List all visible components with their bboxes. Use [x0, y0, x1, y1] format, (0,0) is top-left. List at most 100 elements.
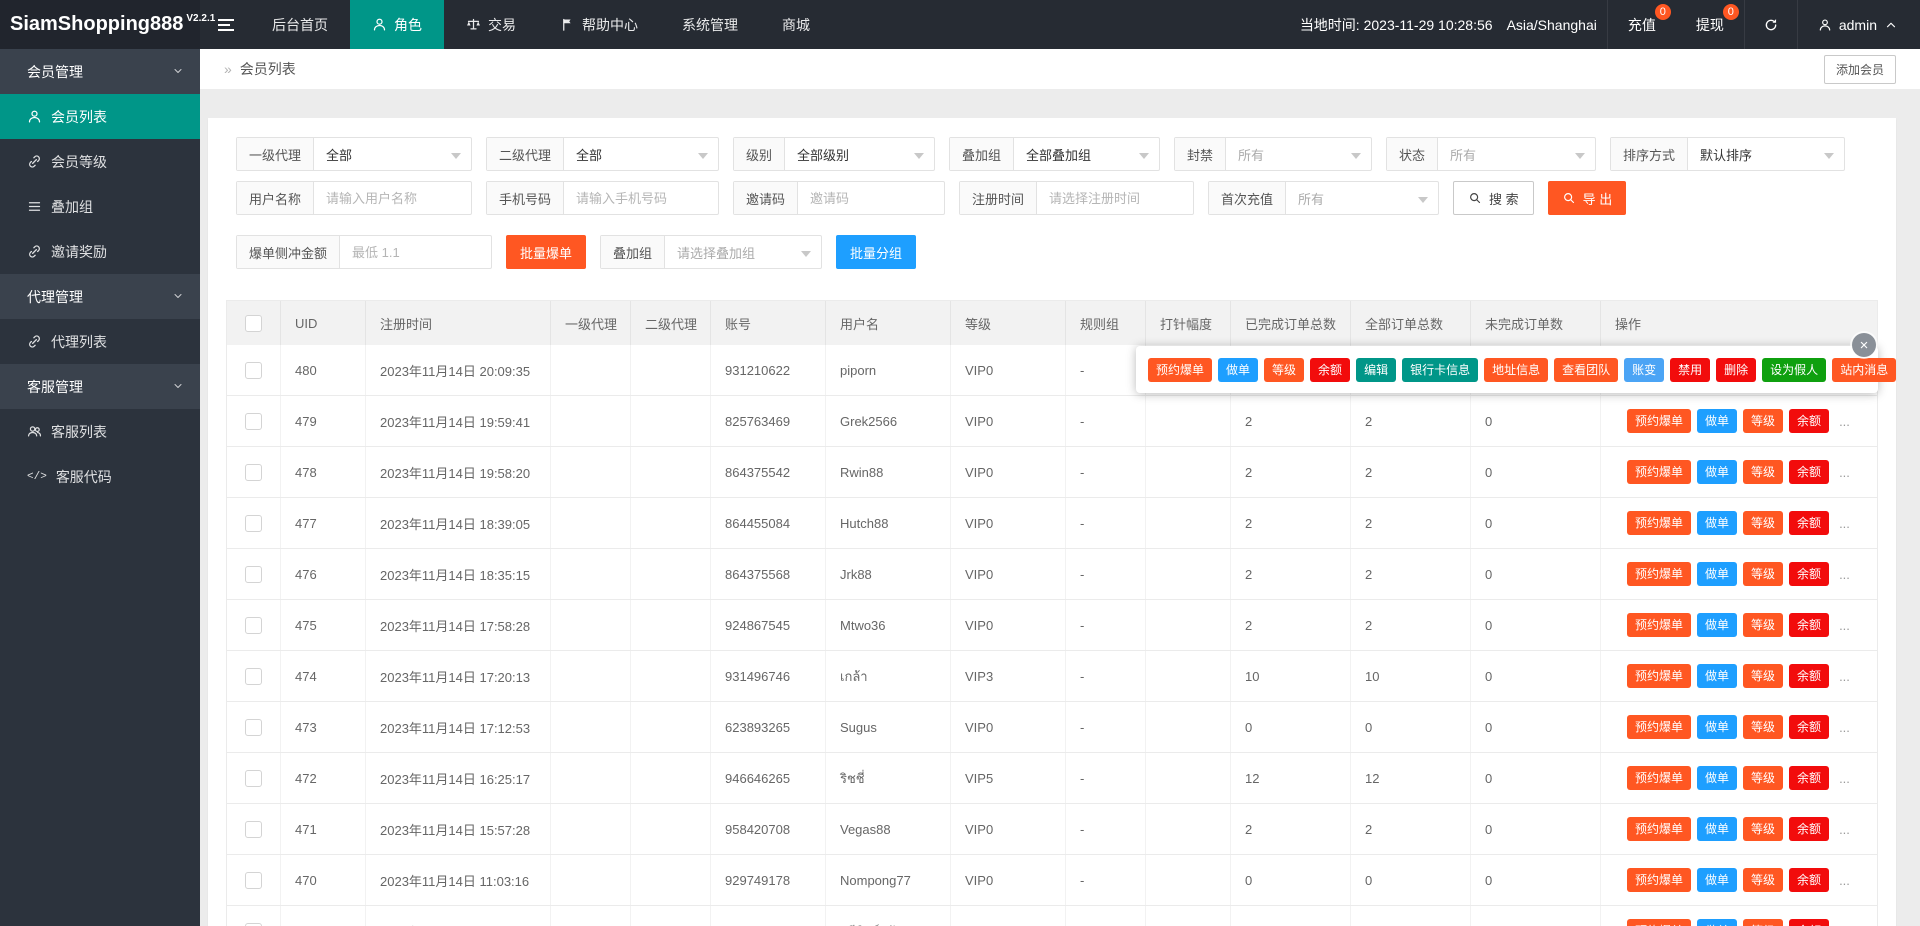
stack-group-filter[interactable]: 叠加组 全部叠加组 — [949, 137, 1160, 171]
row-action-reserve-burst[interactable]: 预约爆单 — [1627, 715, 1692, 739]
more-actions-ellipsis[interactable]: ... — [1839, 873, 1850, 888]
sidebar-item-service-manage[interactable]: 客服管理 — [0, 364, 200, 409]
row-action-do-order[interactable]: 做单 — [1697, 919, 1738, 926]
row-action-do-order[interactable]: 做单 — [1697, 664, 1738, 688]
close-icon[interactable]: × — [1852, 333, 1876, 357]
more-actions-ellipsis[interactable]: ... — [1839, 618, 1850, 633]
more-actions-ellipsis[interactable]: ... — [1839, 465, 1850, 480]
more-actions-ellipsis[interactable]: ... — [1839, 516, 1850, 531]
burst-amount-input[interactable] — [340, 244, 491, 260]
agent2-filter[interactable]: 二级代理 全部 — [486, 137, 719, 171]
row-action-reserve-burst[interactable]: 预约爆单 — [1627, 460, 1692, 484]
row-action-balance[interactable]: 余额 — [1789, 766, 1830, 790]
status-filter[interactable]: 状态 所有 — [1386, 137, 1596, 171]
row-action-level[interactable]: 等级 — [1743, 919, 1784, 926]
row-action-balance[interactable]: 余额 — [1789, 817, 1830, 841]
select-all-checkbox[interactable] — [245, 314, 262, 332]
row-action-do-order[interactable]: 做单 — [1697, 715, 1738, 739]
row-action-balance[interactable]: 余额 — [1789, 409, 1830, 433]
row-action-level[interactable]: 等级 — [1743, 511, 1784, 535]
row-action-do-order[interactable]: 做单 — [1697, 766, 1738, 790]
row-action-balance[interactable]: 余额 — [1789, 868, 1830, 892]
batch-burst-button[interactable]: 批量爆单 — [506, 235, 587, 269]
row-action-reserve-burst[interactable]: 预约爆单 — [1627, 868, 1692, 892]
popup-action-do-order[interactable]: 做单 — [1218, 357, 1259, 382]
row-checkbox[interactable] — [245, 871, 262, 889]
row-action-reserve-burst[interactable]: 预约爆单 — [1627, 817, 1692, 841]
row-action-do-order[interactable]: 做单 — [1697, 511, 1738, 535]
row-action-level[interactable]: 等级 — [1743, 817, 1784, 841]
row-action-balance[interactable]: 余额 — [1789, 664, 1830, 688]
batch-group-button[interactable]: 批量分组 — [836, 235, 917, 269]
popup-action-view-team[interactable]: 查看团队 — [1554, 357, 1619, 382]
row-checkbox[interactable] — [245, 463, 262, 481]
row-checkbox[interactable] — [245, 565, 262, 583]
popup-action-site-message[interactable]: 站内消息 — [1832, 357, 1897, 382]
row-checkbox[interactable] — [245, 667, 262, 685]
row-checkbox[interactable] — [245, 769, 262, 787]
row-checkbox[interactable] — [245, 361, 262, 379]
popup-action-delete[interactable]: 删除 — [1716, 357, 1757, 382]
phone-filter-input[interactable] — [564, 190, 718, 206]
row-action-reserve-burst[interactable]: 预约爆单 — [1627, 409, 1692, 433]
row-action-do-order[interactable]: 做单 — [1697, 562, 1738, 586]
row-action-do-order[interactable]: 做单 — [1697, 613, 1738, 637]
ban-filter[interactable]: 封禁 所有 — [1174, 137, 1372, 171]
sort-filter[interactable]: 排序方式 默认排序 — [1610, 137, 1845, 171]
top-menu-item-backend-home[interactable]: 后台首页 — [250, 0, 350, 49]
popup-action-disable[interactable]: 禁用 — [1670, 357, 1711, 382]
first-recharge-filter[interactable]: 首次充值 所有 — [1208, 181, 1439, 215]
row-action-level[interactable]: 等级 — [1743, 766, 1784, 790]
row-action-balance[interactable]: 余额 — [1789, 460, 1830, 484]
row-checkbox[interactable] — [245, 412, 262, 430]
more-actions-ellipsis[interactable]: ... — [1839, 771, 1850, 786]
row-action-level[interactable]: 等级 — [1743, 562, 1784, 586]
export-button[interactable]: 导 出 — [1547, 181, 1627, 215]
register-time-filter-input[interactable] — [1037, 190, 1193, 206]
sidebar-item-service-code[interactable]: </> 客服代码 — [0, 454, 200, 499]
sidebar-item-member-manage[interactable]: 会员管理 — [0, 49, 200, 94]
more-actions-ellipsis[interactable]: ... — [1839, 567, 1850, 582]
popup-action-bank-info[interactable]: 银行卡信息 — [1402, 357, 1479, 382]
popup-action-address-info[interactable]: 地址信息 — [1484, 357, 1549, 382]
popup-action-level[interactable]: 等级 — [1264, 357, 1305, 382]
row-action-balance[interactable]: 余额 — [1789, 511, 1830, 535]
invite-code-filter-input[interactable] — [798, 190, 944, 206]
sidebar-item-service-list[interactable]: 客服列表 — [0, 409, 200, 454]
group-select-filter[interactable]: 叠加组 请选择叠加组 — [600, 235, 823, 269]
row-action-reserve-burst[interactable]: 预约爆单 — [1627, 766, 1692, 790]
popup-action-balance[interactable]: 余额 — [1310, 357, 1351, 382]
row-checkbox[interactable] — [245, 514, 262, 532]
row-action-balance[interactable]: 余额 — [1789, 715, 1830, 739]
row-action-reserve-burst[interactable]: 预约爆单 — [1627, 919, 1692, 926]
username-filter-input[interactable] — [314, 190, 471, 206]
sidebar-item-stack-group[interactable]: 叠加组 — [0, 184, 200, 229]
row-action-reserve-burst[interactable]: 预约爆单 — [1627, 613, 1692, 637]
row-action-level[interactable]: 等级 — [1743, 868, 1784, 892]
admin-menu[interactable]: admin — [1796, 0, 1920, 49]
row-action-level[interactable]: 等级 — [1743, 715, 1784, 739]
top-menu-item-role[interactable]: 角色 — [350, 0, 444, 49]
row-action-do-order[interactable]: 做单 — [1697, 817, 1738, 841]
row-checkbox[interactable] — [245, 820, 262, 838]
sidebar-item-agent-manage[interactable]: 代理管理 — [0, 274, 200, 319]
popup-action-edit[interactable]: 编辑 — [1356, 357, 1397, 382]
top-menu-item-help-center[interactable]: 帮助中心 — [538, 0, 660, 49]
sidebar-item-invite-reward[interactable]: 邀请奖励 — [0, 229, 200, 274]
search-button[interactable]: 搜 索 — [1453, 181, 1534, 215]
row-action-do-order[interactable]: 做单 — [1697, 460, 1738, 484]
level-filter[interactable]: 级别 全部级别 — [733, 137, 935, 171]
sidebar-item-member-list[interactable]: 会员列表 — [0, 94, 200, 139]
withdraw-link[interactable]: 提现 0 — [1676, 0, 1744, 49]
row-action-level[interactable]: 等级 — [1743, 613, 1784, 637]
hamburger-menu-icon[interactable] — [218, 16, 234, 34]
popup-action-reserve-burst[interactable]: 预约爆单 — [1148, 357, 1213, 382]
sidebar-item-member-level[interactable]: 会员等级 — [0, 139, 200, 184]
row-checkbox[interactable] — [245, 718, 262, 736]
more-actions-ellipsis[interactable]: ... — [1839, 669, 1850, 684]
row-action-reserve-burst[interactable]: 预约爆单 — [1627, 511, 1692, 535]
row-action-level[interactable]: 等级 — [1743, 664, 1784, 688]
refresh-icon[interactable] — [1743, 0, 1797, 49]
row-action-do-order[interactable]: 做单 — [1697, 409, 1738, 433]
top-menu-item-trade[interactable]: 交易 — [444, 0, 538, 49]
